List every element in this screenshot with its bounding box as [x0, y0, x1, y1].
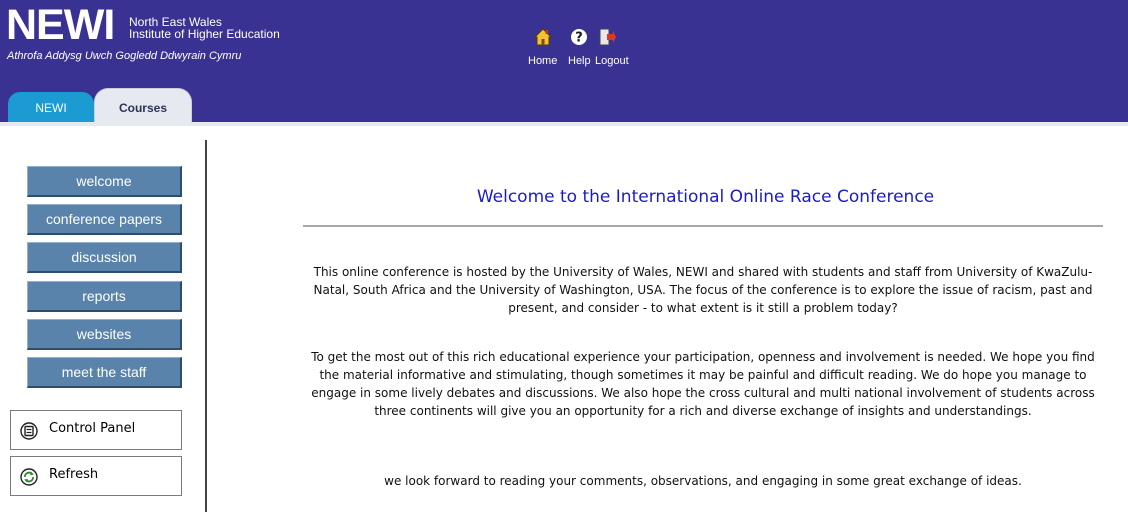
menu-reports-button[interactable]: reports	[27, 281, 182, 312]
menu-discussion-button[interactable]: discussion	[27, 242, 182, 273]
menu-welcome-button[interactable]: welcome	[27, 166, 182, 197]
home-link[interactable]: Home	[528, 55, 557, 67]
control-panel-label: Control Panel	[49, 421, 136, 436]
page-header: NEWI North East Wales Institute of Highe…	[0, 0, 1128, 126]
title-divider	[303, 225, 1103, 227]
logo-line-2: Institute of Higher Education	[129, 27, 280, 41]
refresh-label: Refresh	[49, 467, 99, 482]
welcome-paragraph-2: To get the most out of this rich educati…	[311, 350, 1095, 418]
logo-institution-name: North East Wales Institute of Higher Edu…	[129, 16, 280, 40]
logout-link[interactable]: Logout	[595, 55, 629, 67]
tab-courses[interactable]: Courses	[94, 88, 192, 126]
top-navigation: Home ? Help Logout	[528, 28, 644, 72]
refresh-button[interactable]: Refresh	[10, 456, 182, 496]
menu-meet-the-staff-button[interactable]: meet the staff	[27, 357, 182, 388]
menu-websites-button[interactable]: websites	[27, 319, 182, 350]
home-icon[interactable]	[534, 28, 552, 46]
page-title: Welcome to the International Online Race…	[476, 187, 935, 207]
menu-conference-papers-button[interactable]: conference papers	[27, 204, 182, 235]
refresh-icon	[20, 468, 38, 486]
help-icon[interactable]: ?	[570, 28, 588, 46]
logo-welsh-name: Athrofa Addysg Uwch Gogledd Ddwyrain Cym…	[7, 50, 242, 62]
welcome-paragraph-3: we look forward to reading your comments…	[384, 474, 1022, 488]
welcome-paragraph-1: This online conference is hosted by the …	[313, 265, 1093, 315]
control-panel-icon	[20, 422, 38, 440]
logo-mark: NEWI	[6, 1, 115, 49]
svg-text:?: ?	[575, 31, 583, 46]
newi-logo[interactable]: NEWI North East Wales Institute of Highe…	[6, 2, 306, 66]
tab-newi[interactable]: NEWI	[8, 92, 94, 124]
sidebar: welcome conference papers discussion rep…	[0, 126, 206, 512]
logout-icon[interactable]	[598, 28, 616, 46]
control-panel-button[interactable]: Control Panel	[10, 410, 182, 450]
main-content: Welcome to the International Online Race…	[207, 126, 1128, 512]
help-link[interactable]: Help	[568, 55, 591, 67]
